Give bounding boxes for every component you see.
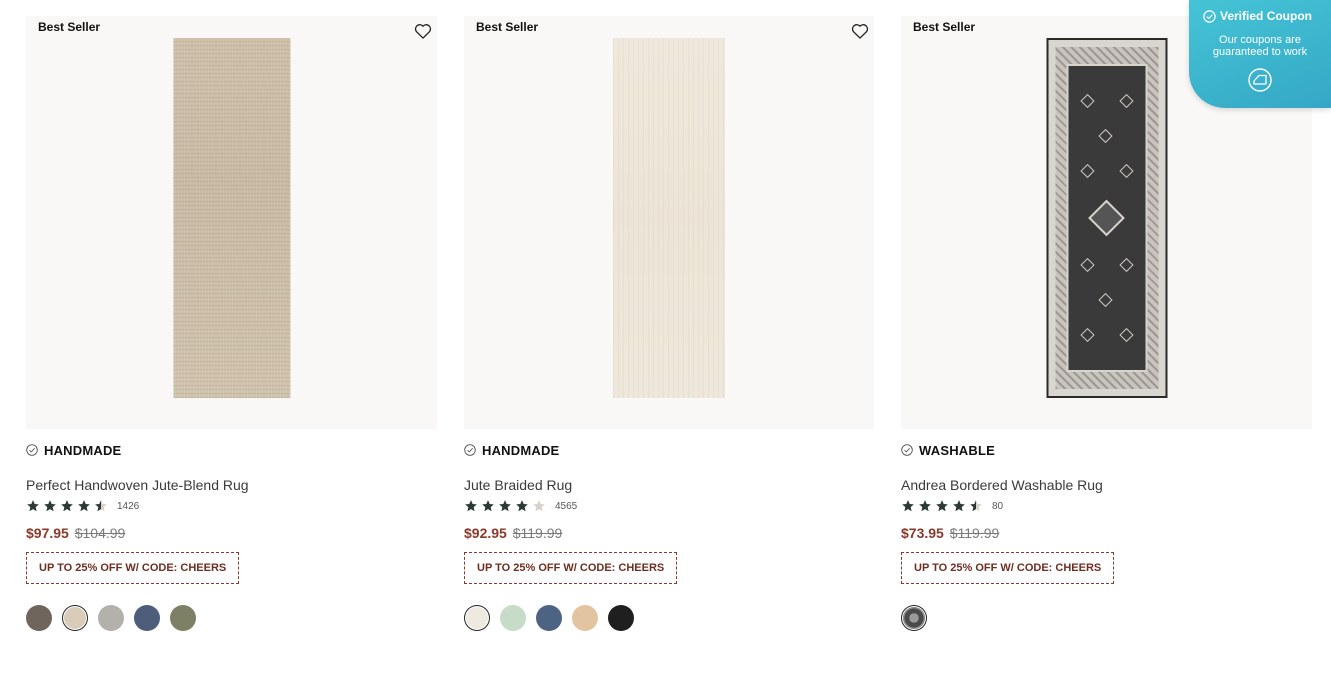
color-swatch[interactable] xyxy=(26,605,52,631)
rug-medallion xyxy=(1088,199,1125,237)
review-count: 80 xyxy=(992,500,1004,512)
product-rating: 1426 xyxy=(26,499,437,513)
star-icon xyxy=(61,500,73,512)
price-row: $73.95 $119.99 xyxy=(901,525,1312,541)
star-icon xyxy=(936,500,948,512)
color-swatch[interactable] xyxy=(500,605,526,631)
review-count: 4565 xyxy=(555,500,578,512)
coupon-callout: UP TO 25% OFF W/ CODE: CHEERS xyxy=(464,552,678,584)
color-swatches xyxy=(901,605,1312,631)
star-icon xyxy=(95,500,107,512)
product-title[interactable]: Jute Braided Rug xyxy=(464,477,874,493)
color-swatch[interactable] xyxy=(572,605,598,631)
verified-coupon-title: Verified Coupon xyxy=(1203,9,1312,23)
product-image-container[interactable]: Best Seller xyxy=(26,16,437,429)
product-image[interactable] xyxy=(173,38,290,398)
best-seller-badge: Best Seller xyxy=(476,20,539,34)
product-card[interactable]: Best Seller HANDMADE Perfect Handwoven J… xyxy=(26,16,437,631)
rug-motif xyxy=(1097,128,1113,144)
best-seller-badge: Best Seller xyxy=(38,20,101,34)
product-rating: 4565 xyxy=(464,499,874,513)
star-icon xyxy=(27,500,39,512)
color-swatch[interactable] xyxy=(98,605,124,631)
subtitle-line: guaranteed to work xyxy=(1212,46,1308,58)
product-image-container[interactable]: Best Seller xyxy=(464,16,874,429)
color-swatch[interactable] xyxy=(466,607,488,629)
original-price: $119.99 xyxy=(512,525,563,541)
check-circle-icon xyxy=(26,444,38,456)
subtitle-line: Our coupons are xyxy=(1219,34,1301,46)
star-rating xyxy=(901,499,983,513)
star-icon xyxy=(465,500,477,512)
product-title[interactable]: Perfect Handwoven Jute-Blend Rug xyxy=(26,477,437,493)
heart-icon[interactable] xyxy=(850,21,870,41)
product-card[interactable]: Best Seller WASHABLE Andrea Bordered Was… xyxy=(901,16,1312,631)
rug-motif xyxy=(1079,327,1095,343)
star-rating xyxy=(26,499,108,513)
rug-field xyxy=(1066,64,1147,372)
star-icon xyxy=(533,500,545,512)
color-swatches xyxy=(26,605,437,631)
product-tag: HANDMADE xyxy=(482,442,560,458)
rug-motif xyxy=(1079,93,1095,109)
sale-price: $92.95 xyxy=(464,525,507,541)
rug-motif xyxy=(1118,327,1134,343)
rug-motif xyxy=(1097,292,1113,308)
color-swatch[interactable] xyxy=(64,607,86,629)
check-circle-icon xyxy=(901,444,913,456)
best-seller-badge: Best Seller xyxy=(913,20,976,34)
product-image[interactable] xyxy=(1046,38,1167,398)
color-swatch[interactable] xyxy=(903,607,925,629)
color-swatch[interactable] xyxy=(134,605,160,631)
coupon-callout: UP TO 25% OFF W/ CODE: CHEERS xyxy=(26,552,240,584)
verified-coupon-widget[interactable]: Verified Coupon Our coupons are guarante… xyxy=(1189,0,1331,108)
star-icon xyxy=(919,500,931,512)
star-icon xyxy=(499,500,511,512)
check-circle-icon xyxy=(1203,9,1216,23)
product-title[interactable]: Andrea Bordered Washable Rug xyxy=(901,477,1312,493)
star-icon xyxy=(953,500,965,512)
product-card[interactable]: Best Seller HANDMADE Jute Braided Rug 45… xyxy=(464,16,874,631)
sale-price: $97.95 xyxy=(26,525,69,541)
sale-price: $73.95 xyxy=(901,525,944,541)
star-rating xyxy=(464,499,546,513)
product-rating: 80 xyxy=(901,499,1312,513)
original-price: $119.99 xyxy=(949,525,1000,541)
coupon-tag-icon[interactable] xyxy=(1248,68,1272,92)
verified-coupon-subtitle: Our coupons are guaranteed to work xyxy=(1189,34,1331,58)
rug-motif xyxy=(1118,163,1134,179)
review-count: 1426 xyxy=(117,500,140,512)
color-swatch[interactable] xyxy=(608,605,634,631)
product-tag: HANDMADE xyxy=(44,442,122,458)
product-image[interactable] xyxy=(613,38,725,398)
product-grid: Best Seller HANDMADE Perfect Handwoven J… xyxy=(0,0,1331,677)
coupon-callout: UP TO 25% OFF W/ CODE: CHEERS xyxy=(901,552,1115,584)
color-swatch[interactable] xyxy=(170,605,196,631)
rug-motif xyxy=(1079,257,1095,273)
rug-motif xyxy=(1079,163,1095,179)
star-icon xyxy=(902,500,914,512)
star-icon xyxy=(516,500,528,512)
product-tag: WASHABLE xyxy=(919,442,995,458)
price-row: $97.95 $104.99 xyxy=(26,525,437,541)
star-icon xyxy=(970,500,982,512)
check-circle-icon xyxy=(464,444,476,456)
original-price: $104.99 xyxy=(74,525,126,541)
rug-motif xyxy=(1118,93,1134,109)
price-row: $92.95 $119.99 xyxy=(464,525,874,541)
verified-coupon-label: Verified Coupon xyxy=(1220,9,1313,23)
rug-motif xyxy=(1118,257,1134,273)
star-icon xyxy=(78,500,90,512)
color-swatch[interactable] xyxy=(536,605,562,631)
color-swatches xyxy=(464,605,874,631)
star-icon xyxy=(44,500,56,512)
heart-icon[interactable] xyxy=(413,21,433,41)
star-icon xyxy=(482,500,494,512)
